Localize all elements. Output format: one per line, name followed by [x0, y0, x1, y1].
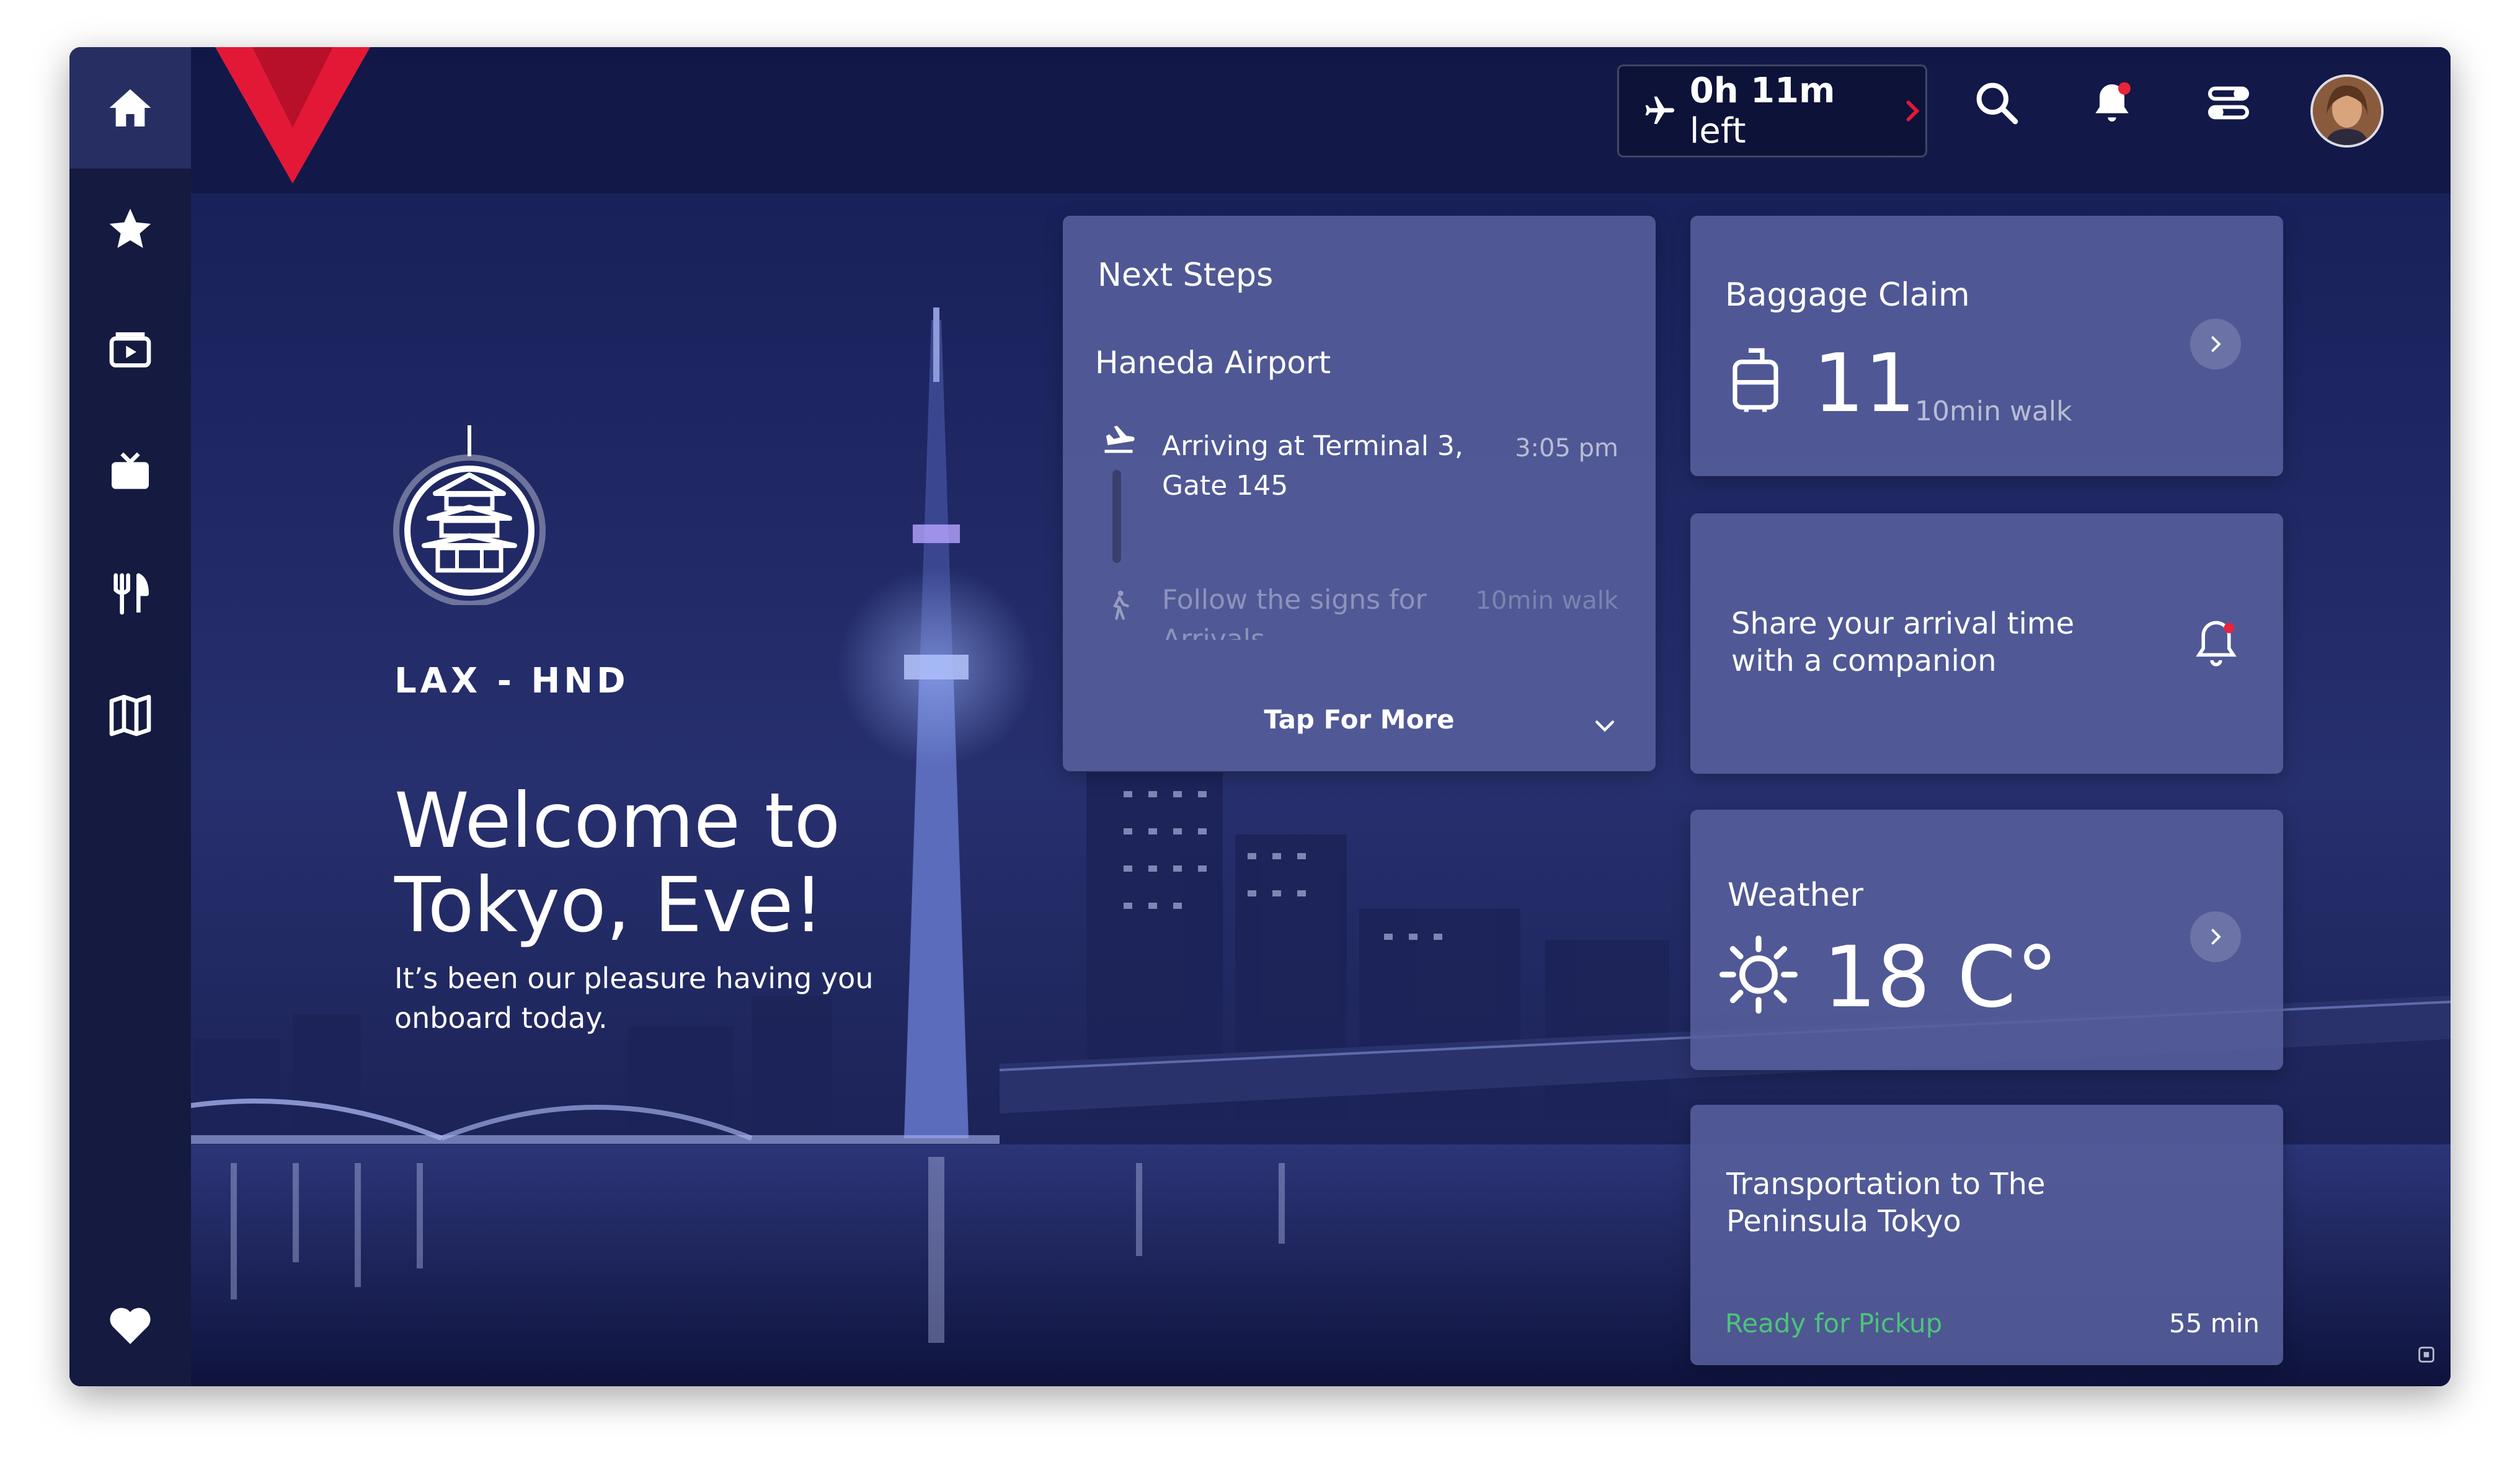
step-2-walk: 10min walk	[1475, 586, 1618, 615]
flight-route: LAX - HND	[394, 661, 629, 701]
app-screen: 0h 11m left LAX - HND Welcome to Tokyo, …	[69, 47, 2451, 1386]
screen-corner-icon	[2418, 1347, 2434, 1363]
sidebar-item-movies[interactable]	[69, 290, 191, 412]
welcome-heading: Welcome to Tokyo, Eve!	[394, 777, 841, 949]
time-remaining-suffix: left	[1689, 111, 1746, 151]
search-button[interactable]	[1966, 72, 2028, 134]
utensils-icon	[113, 573, 149, 615]
chevron-right-icon	[1906, 100, 1920, 122]
notifications-button[interactable]	[2081, 72, 2143, 134]
baggage-claim-title: Baggage Claim	[1725, 277, 1970, 314]
transportation-eta: 55 min	[2169, 1308, 2260, 1339]
airline-logo	[215, 47, 370, 184]
settings-button[interactable]	[2198, 72, 2260, 134]
transportation-status: Ready for Pickup	[1725, 1308, 1943, 1339]
chevron-right-icon	[2211, 929, 2221, 945]
transportation-card[interactable]: Transportation to The Peninsula Tokyo Re…	[1690, 1105, 2283, 1365]
weather-card[interactable]: Weather 18 C°	[1690, 810, 2283, 1070]
step-2-text: Follow the signs for Arrivals	[1162, 584, 1427, 640]
step-1-time: 3:05 pm	[1515, 434, 1618, 462]
chevron-down-icon[interactable]	[1591, 712, 1618, 739]
sidebar-item-dining[interactable]	[69, 533, 191, 655]
sidebar-item-home[interactable]	[69, 47, 191, 169]
transportation-title: Transportation to The Peninsula Tokyo	[1726, 1167, 2046, 1239]
sidebar-item-map[interactable]	[69, 655, 191, 776]
tap-for-more-button[interactable]: Tap For More	[1063, 704, 1656, 735]
baggage-claim-card[interactable]: Baggage Claim 11 10min walk	[1690, 216, 2283, 476]
plane-landing-icon	[1104, 425, 1135, 453]
sidebar-item-favorites[interactable]	[69, 169, 191, 290]
user-photo-icon	[2313, 77, 2381, 145]
bell-icon[interactable]	[2190, 616, 2242, 672]
settings-toggles-icon	[2208, 86, 2249, 120]
baggage-details-button[interactable]	[2190, 319, 2241, 370]
flight-time-remaining[interactable]: 0h 11m left	[1617, 64, 1927, 157]
step-1-text: Arriving at Terminal 3, Gate 145	[1162, 430, 1463, 502]
star-icon	[109, 208, 151, 248]
airplane-icon	[1645, 96, 1675, 124]
sidebar-item-tv[interactable]	[69, 412, 191, 533]
chevron-right-icon	[2211, 336, 2221, 352]
movie-ticket-icon	[109, 332, 151, 368]
welcome-subtitle: It’s been our pleasure having you onboar…	[394, 962, 874, 1035]
weather-temperature: 18 C°	[1823, 929, 2059, 1027]
tv-icon	[112, 452, 149, 489]
step-connector	[1112, 470, 1121, 563]
user-avatar[interactable]	[2310, 74, 2384, 148]
next-steps-title: Next Steps	[1098, 257, 1274, 294]
heart-icon	[110, 1308, 151, 1344]
pagoda-emblem-icon	[393, 425, 546, 605]
home-icon	[109, 89, 151, 126]
time-remaining-value: 0h 11m	[1689, 71, 1835, 111]
sidebar-item-wellness[interactable]	[69, 1265, 191, 1386]
map-icon	[109, 694, 151, 737]
bell-icon	[2095, 82, 2131, 122]
share-arrival-card[interactable]: Share your arrival time with a companion	[1690, 513, 2283, 774]
sun-icon	[1719, 936, 1798, 1014]
sidebar	[69, 47, 191, 1386]
baggage-walk-time: 10min walk	[1915, 396, 2072, 427]
weather-title: Weather	[1728, 877, 1863, 914]
luggage-icon	[1732, 348, 1778, 412]
weather-details-button[interactable]	[2190, 911, 2241, 962]
next-steps-location: Haneda Airport	[1095, 345, 1331, 381]
walking-person-icon	[1113, 590, 1129, 620]
next-steps-card[interactable]: Next Steps Haneda Airport Arriving at Te…	[1063, 216, 1656, 771]
search-icon	[1976, 82, 2018, 125]
baggage-carousel-number: 11	[1813, 336, 1916, 430]
share-arrival-text: Share your arrival time with a companion	[1731, 606, 2075, 678]
